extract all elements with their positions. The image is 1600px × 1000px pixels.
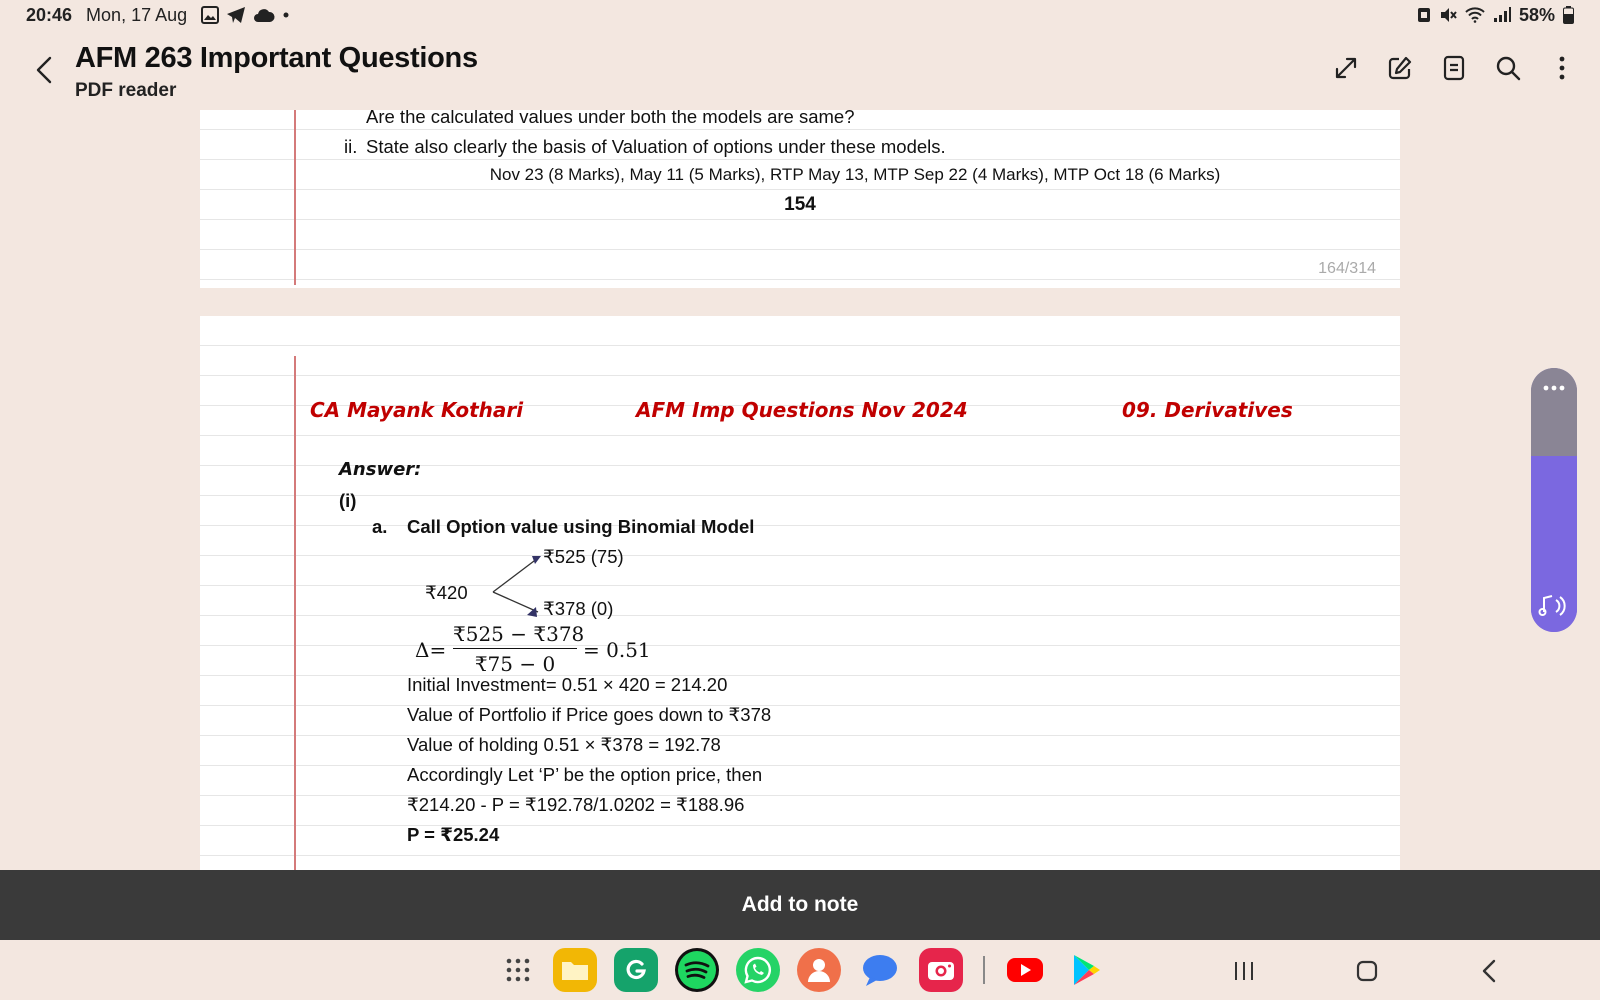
back-icon [1482, 959, 1496, 983]
tree-down-price: ₹378 (0) [543, 598, 614, 619]
telegram-icon [227, 7, 246, 23]
status-date: Mon, 17 Aug [86, 4, 188, 25]
more-horizontal-icon [1543, 385, 1565, 391]
spotify-app[interactable] [675, 948, 719, 992]
chevron-left-icon [36, 56, 52, 84]
more-vertical-icon [1559, 56, 1565, 80]
expand-icon [1335, 57, 1357, 79]
document-icon [1443, 55, 1465, 81]
search-button[interactable] [1492, 52, 1524, 84]
play-store-icon [1074, 955, 1100, 985]
solution-line: Initial Investment= 0.51 × 420 = 214.20 [407, 674, 728, 695]
panel-handle[interactable] [1531, 368, 1577, 456]
search-icon [1496, 56, 1521, 81]
sub-title: Call Option value using Binomial Model [407, 516, 755, 537]
page-subtitle: PDF reader [75, 80, 177, 101]
page-count-indicator: 164/314 [1318, 260, 1376, 277]
tree-up-price: ₹525 (75) [543, 546, 624, 567]
app-drawer-button[interactable] [496, 948, 540, 992]
expand-button[interactable] [1330, 52, 1362, 84]
files-app[interactable] [553, 948, 597, 992]
binomial-tree: ₹420 ₹525 (75) ₹378 (0) [375, 542, 795, 622]
pdf-page-154: Are the calculated values under both the… [200, 110, 1400, 288]
solution-line: ₹214.20 - P = ₹192.78/1.0202 = ₹188.96 [407, 794, 745, 815]
dock-divider [983, 956, 985, 984]
read-aloud-button[interactable] [1531, 456, 1577, 632]
toolbar-actions [1330, 52, 1578, 84]
read-aloud-icon [1538, 595, 1566, 616]
mute-icon [1440, 8, 1457, 22]
header-doc-title: AFM Imp Questions Nov 2024 [636, 398, 968, 422]
formula-result: = 0.51 [583, 638, 651, 662]
youtube-app[interactable] [1003, 948, 1047, 992]
tree-root-price: ₹420 [425, 582, 468, 603]
dot-icon [283, 12, 289, 18]
status-bar: 20:46 Mon, 17 Aug 58% [0, 0, 1600, 30]
taskbar-dock [0, 940, 1600, 1000]
youtube-icon [1007, 958, 1043, 982]
signal-icon [1493, 7, 1511, 22]
camera-app[interactable] [919, 948, 963, 992]
camera-icon [928, 962, 954, 980]
home-button[interactable] [1350, 954, 1384, 988]
header-chapter: 09. Derivatives [1122, 398, 1293, 422]
recents-icon [1235, 962, 1253, 980]
solution-line: Value of holding 0.51 × ₹378 = 192.78 [407, 734, 721, 755]
formula-lhs: Δ= [415, 638, 447, 662]
formula-numerator: ₹525 − ₹378 [453, 622, 585, 646]
question-line: Are the calculated values under both the… [366, 110, 855, 127]
whatsapp-app[interactable] [736, 948, 780, 992]
app-bar: AFM 263 Important Questions PDF reader [0, 30, 1600, 110]
pdf-viewer[interactable]: Are the calculated values under both the… [0, 110, 1600, 870]
back-button[interactable] [28, 52, 60, 88]
sub-label: a. [372, 516, 388, 537]
edit-button[interactable] [1384, 52, 1416, 84]
app-drawer-icon [506, 958, 530, 982]
gallery-icon [201, 6, 220, 24]
pdf-page-155: CA Mayank Kothari AFM Imp Questions Nov … [200, 316, 1400, 870]
sim-icon [1417, 8, 1430, 22]
header-author: CA Mayank Kothari [310, 398, 524, 422]
add-to-note-bar[interactable]: Add to note [0, 870, 1600, 940]
solution-final: P = ₹25.24 [407, 824, 500, 845]
page-margin-line [294, 356, 296, 870]
question-number: ii. [344, 136, 358, 157]
more-options-button[interactable] [1546, 52, 1578, 84]
whatsapp-icon [744, 956, 771, 984]
wifi-icon [1465, 7, 1485, 23]
grammarly-icon [626, 959, 646, 980]
question-source: Nov 23 (8 Marks), May 11 (5 Marks), RTP … [489, 165, 1221, 184]
part-label: (i) [339, 490, 357, 511]
formula-denominator: ₹75 − 0 [474, 652, 556, 676]
edit-icon [1388, 56, 1412, 80]
page-title: AFM 263 Important Questions [75, 42, 478, 74]
battery-percent: 58% [1518, 4, 1555, 25]
nav-back-button[interactable] [1472, 954, 1506, 988]
solution-line: Value of Portfolio if Price goes down to… [407, 704, 772, 725]
recents-button[interactable] [1227, 954, 1261, 988]
contacts-app[interactable] [797, 948, 841, 992]
spotify-icon [678, 951, 716, 989]
answer-label: Answer: [339, 459, 422, 480]
messages-app[interactable] [858, 948, 902, 992]
page-number: 154 [784, 194, 816, 215]
solution-line: Accordingly Let ‘P’ be the option price,… [407, 764, 763, 785]
add-to-note-button[interactable]: Add to note [742, 893, 859, 917]
status-right: 58% [1417, 5, 1574, 26]
status-time: 20:46 [26, 4, 73, 25]
play-store-app[interactable] [1064, 948, 1108, 992]
grammarly-app[interactable] [614, 948, 658, 992]
floating-tool-panel[interactable] [1531, 368, 1577, 632]
battery-icon [1563, 6, 1574, 24]
document-button[interactable] [1438, 52, 1470, 84]
home-icon [1356, 960, 1378, 982]
fraction-bar [453, 648, 577, 649]
notification-icons [201, 6, 290, 24]
messages-icon [863, 955, 897, 986]
cloud-icon [254, 9, 275, 22]
contacts-icon [808, 959, 830, 982]
folder-icon [562, 962, 588, 980]
question-line: State also clearly the basis of Valuatio… [366, 136, 946, 157]
